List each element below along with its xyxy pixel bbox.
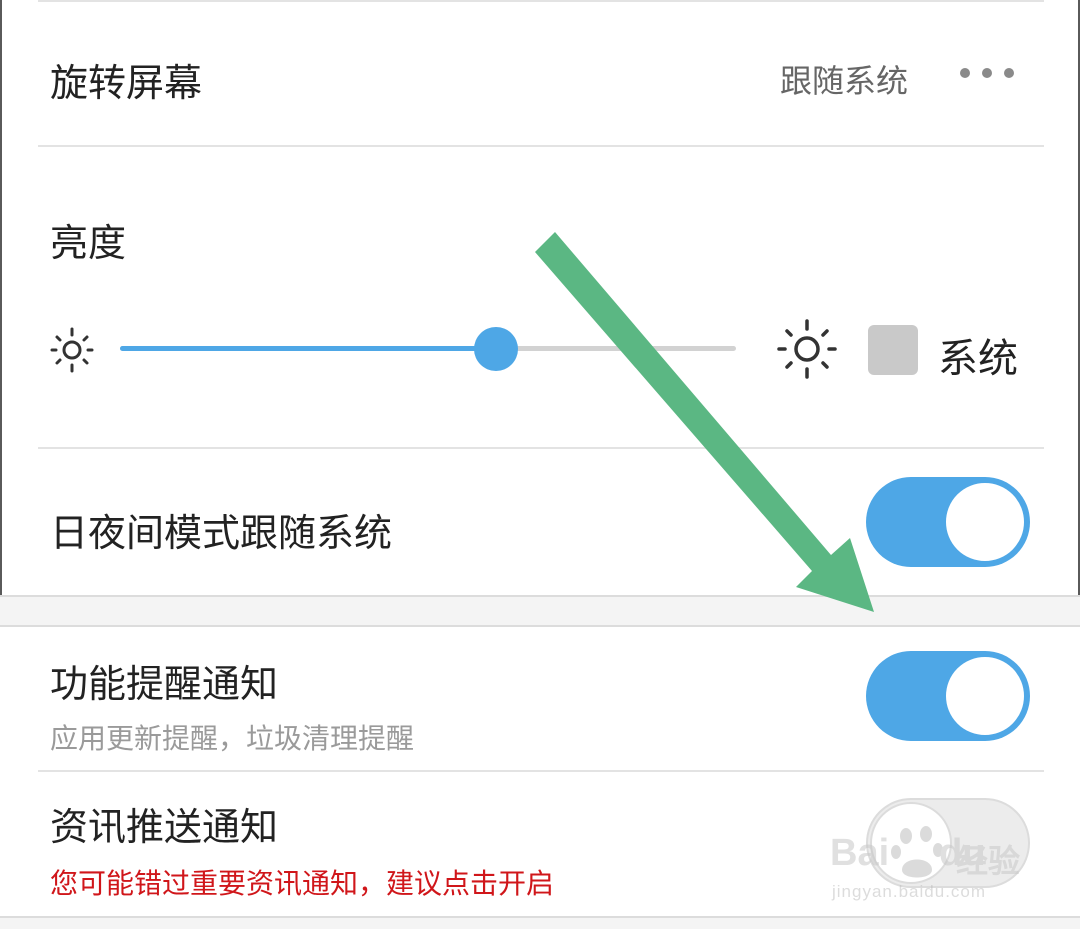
brightness-system-checkbox[interactable] [868,325,918,375]
toggle-knob [944,481,1026,563]
news-push-title: 资讯推送通知 [50,805,279,849]
brightness-slider[interactable] [120,327,736,371]
news-push-row: 资讯推送通知 您可能错过重要资讯通知，建议点击开启 [0,772,1080,916]
news-push-warning[interactable]: 您可能错过重要资讯通知，建议点击开启 [50,862,554,902]
sun-small-icon [50,327,94,373]
toggle-knob [870,802,952,884]
day-night-toggle[interactable] [866,477,1030,567]
rotate-screen-title: 旋转屏幕 [50,61,203,105]
divider-1 [38,145,1044,147]
feature-reminder-toggle[interactable] [866,651,1030,741]
settings-screen: 旋转屏幕 跟随系统 亮度 系统 日夜间模式跟随系统 功能提醒通知 应用更新提醒，… [0,0,1080,929]
brightness-title: 亮度 [50,221,127,265]
bottom-band [0,916,1080,929]
day-night-row: 日夜间模式跟随系统 [0,448,1080,595]
more-dots-icon[interactable] [960,62,1026,84]
feature-reminder-subtitle: 应用更新提醒，垃圾清理提醒 [50,722,415,755]
section-gap [0,595,1080,627]
brightness-slider-thumb[interactable] [473,327,518,371]
toggle-knob [944,655,1026,737]
brightness-system-label: 系统 [938,336,1018,382]
sun-large-icon [777,319,837,379]
rotate-screen-row[interactable]: 旋转屏幕 跟随系统 [0,0,1080,146]
feature-reminder-title: 功能提醒通知 [50,662,279,706]
rotate-screen-value: 跟随系统 [780,62,909,100]
news-push-toggle[interactable] [866,798,1030,888]
day-night-title: 日夜间模式跟随系统 [50,511,393,555]
feature-reminder-row: 功能提醒通知 应用更新提醒，垃圾清理提醒 [0,627,1080,771]
brightness-slider-fill [120,346,496,351]
